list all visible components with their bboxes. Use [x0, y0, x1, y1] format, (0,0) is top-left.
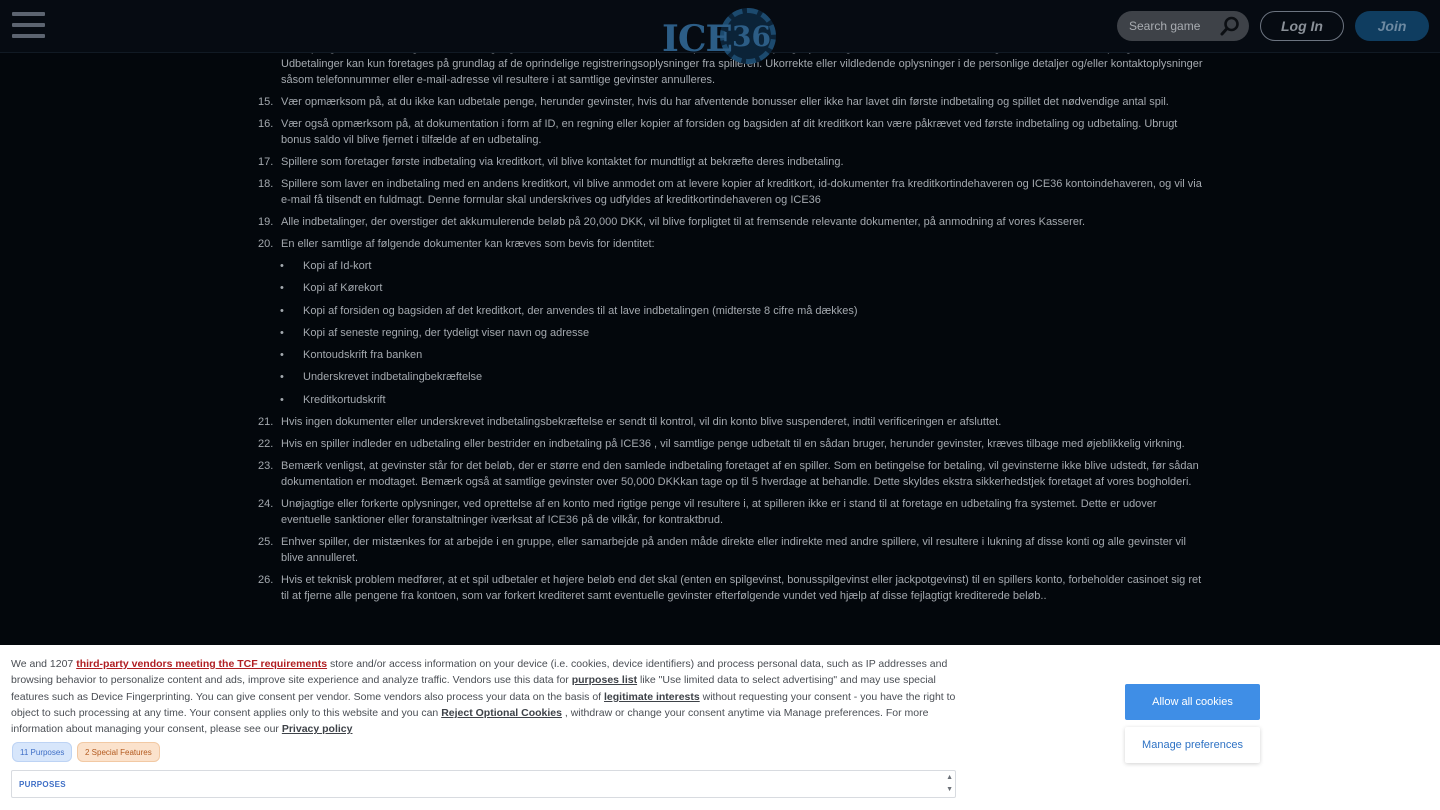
- term-item: 16. Vær også opmærksom på, at dokumentati…: [258, 116, 1208, 148]
- term-text: Vær også opmærksom på, at dokumentation …: [281, 118, 1178, 146]
- term-number: 19.: [258, 216, 274, 228]
- term-text: Alle indbetalinger, der overstiger det a…: [281, 216, 1086, 228]
- term-text: Unøjagtige eller forkerte oplysninger, v…: [281, 498, 1157, 527]
- purposes-list-link[interactable]: purposes list: [572, 674, 637, 686]
- document-list-item: Kreditkortudskrift: [258, 392, 1208, 408]
- term-number: 23.: [258, 460, 274, 473]
- menu-icon[interactable]: [12, 12, 46, 40]
- term-text: Vær opmærksom på, at du ikke kan udbetal…: [281, 96, 1169, 108]
- join-button[interactable]: Join: [1355, 11, 1429, 41]
- term-item: 24. Unøjagtige eller forkerte oplysninger…: [258, 496, 1208, 528]
- document-list-item: Underskrevet indbetalingbekræftelse: [258, 369, 1208, 385]
- special-features-tag[interactable]: 2 Special Features: [77, 742, 160, 762]
- manage-preferences-button[interactable]: Manage preferences: [1125, 727, 1260, 763]
- search-box: [1117, 11, 1249, 41]
- term-text: Hvis en spiller indleder en udbetaling e…: [281, 438, 1185, 451]
- scroll-down-icon[interactable]: ▼: [946, 784, 953, 796]
- search-input[interactable]: [1129, 17, 1219, 35]
- scrollbar[interactable]: ▲ ▼: [946, 772, 953, 796]
- term-text: Enhver spiller, der mistænkes for at arb…: [281, 536, 1186, 565]
- term-item: 18. Spillere som laver en indbetaling med…: [258, 176, 1208, 208]
- term-number: 18.: [258, 178, 274, 190]
- term-number: 20.: [258, 238, 274, 250]
- term-item: 26. Hvis et teknisk problem medfører, at …: [258, 572, 1208, 604]
- allow-all-cookies-button[interactable]: Allow all cookies: [1125, 684, 1260, 720]
- logo[interactable]: ICE 36: [662, 8, 780, 66]
- document-list-item: Kopi af forsiden og bagsiden af det kred…: [258, 303, 1208, 319]
- term-item: 19. Alle indbetalinger, der overstiger de…: [258, 214, 1208, 230]
- term-item: 25. Enhver spiller, der mistænkes for at …: [258, 534, 1208, 566]
- term-number: 24.: [258, 498, 274, 511]
- term-number: 17.: [258, 156, 274, 168]
- legitimate-interests-link[interactable]: legitimate interests: [604, 691, 700, 703]
- term-item: 21. Hvis ingen dokumenter eller underskre…: [258, 414, 1208, 430]
- term-text: En eller samtlige af følgende dokumenter…: [281, 238, 655, 250]
- cookie-consent-banner: We and 1207 third-party vendors meeting …: [0, 645, 1440, 810]
- term-text: Spillere som laver en indbetaling med en…: [281, 178, 1202, 206]
- term-number: 15.: [258, 96, 274, 108]
- term-item: 17. Spillere som foretager første indbeta…: [258, 154, 1208, 170]
- term-text: Hvis ingen dokumenter eller underskrevet…: [281, 416, 1002, 429]
- term-text: Hvis et teknisk problem medfører, at et …: [281, 574, 1202, 603]
- search-icon[interactable]: [1219, 15, 1241, 37]
- documents-list: Kopi af Id-kort Kopi af Kørekort Kopi af f…: [258, 258, 1208, 408]
- scroll-up-icon[interactable]: ▲: [946, 772, 953, 784]
- term-number: 16.: [258, 118, 274, 130]
- term-number: 26.: [258, 574, 274, 587]
- term-number: 25.: [258, 536, 274, 549]
- term-number: 21.: [258, 416, 274, 429]
- purposes-heading: PURPOSES: [19, 780, 66, 789]
- reject-optional-cookies-link[interactable]: Reject Optional Cookies: [441, 707, 562, 719]
- term-item: 15. Vær opmærksom på, at du ikke kan udbe…: [258, 94, 1208, 110]
- login-button[interactable]: Log In: [1260, 11, 1344, 41]
- term-item: 20. En eller samtlige af følgende dokumen…: [258, 236, 1208, 252]
- site-header: ICE 36 Log In Join: [0, 0, 1440, 64]
- document-list-item: Kopi af Kørekort: [258, 280, 1208, 296]
- tcf-vendors-link[interactable]: third-party vendors meeting the TCF requ…: [76, 658, 327, 670]
- term-item: 23. Bemærk venligst, at gevinster står fo…: [258, 458, 1208, 490]
- purposes-tag[interactable]: 11 Purposes: [12, 742, 73, 762]
- logo-number: 36: [732, 20, 771, 53]
- logo-text: ICE: [662, 18, 733, 60]
- purposes-list-box[interactable]: PURPOSES ▲ ▼: [11, 770, 956, 798]
- document-list-item: Kontoudskrift fra banken: [258, 347, 1208, 363]
- privacy-policy-link[interactable]: Privacy policy: [282, 723, 353, 735]
- terms-content: bonuspenge, vil blive betragtet som misb…: [258, 38, 1208, 610]
- consent-text-part: We and 1207: [11, 658, 77, 670]
- document-list-item: Kopi af seneste regning, der tydeligt vi…: [258, 325, 1208, 341]
- term-text: Spillere som foretager første indbetalin…: [281, 156, 844, 168]
- term-item: 22. Hvis en spiller indleder en udbetalin…: [258, 436, 1208, 452]
- term-text: Bemærk venligst, at gevinster står for d…: [281, 460, 1199, 489]
- consent-text: We and 1207 third-party vendors meeting …: [11, 656, 956, 737]
- term-number: 22.: [258, 438, 274, 451]
- document-list-item: Kopi af Id-kort: [258, 258, 1208, 274]
